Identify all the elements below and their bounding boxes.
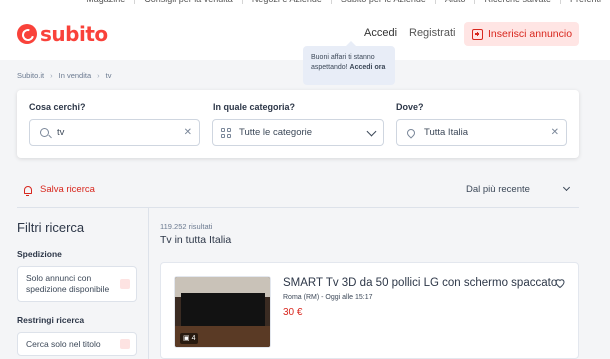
divider — [17, 207, 579, 208]
tooltip-login-link[interactable]: Accedi ora — [350, 64, 386, 71]
search-icon — [40, 128, 49, 137]
search-form: Cosa cerchi? tv ✕ In quale categoria? Tu… — [17, 90, 579, 158]
clear-location-icon[interactable]: ✕ — [551, 128, 559, 138]
category-select[interactable]: Tutte le categorie — [212, 119, 384, 146]
tv-photo — [181, 293, 265, 326]
plus-icon — [472, 28, 483, 40]
shipping-filter-label: Solo annunci con spedizione disponibile — [26, 273, 110, 294]
title-only-filter-checkbox[interactable]: Cerca solo nel titolo — [17, 332, 137, 356]
register-link[interactable]: Registrati — [409, 27, 455, 39]
clear-search-icon[interactable]: ✕ — [184, 128, 192, 138]
location-value: Tutta Italia — [424, 127, 469, 138]
results-title: Tv in tutta Italia — [160, 234, 232, 246]
chevron-down-icon[interactable] — [562, 183, 571, 192]
top-nav-link[interactable]: Negozi e Aziende — [241, 0, 331, 4]
save-search-label: Salva ricerca — [40, 184, 95, 195]
filters-title: Filtri ricerca — [17, 220, 85, 235]
listing-thumbnail[interactable]: ▣ 4 — [174, 276, 271, 348]
insert-ad-button[interactable]: Inserisci annuncio — [464, 22, 579, 46]
category-value: Tutte le categorie — [239, 127, 313, 138]
subito-logo[interactable]: subito — [17, 22, 108, 46]
insert-ad-label: Inserisci annuncio — [488, 28, 573, 40]
category-grid-icon — [221, 127, 231, 138]
listing-price: 30 € — [283, 307, 303, 318]
top-nav-link[interactable]: Ricerche salvate — [474, 0, 560, 4]
checkbox[interactable] — [120, 279, 130, 289]
camera-icon: ▣ — [183, 335, 190, 342]
category-label: In quale categoria? — [213, 102, 296, 112]
heart-icon[interactable] — [554, 277, 566, 289]
photo-count-badge: ▣ 4 — [180, 333, 199, 344]
where-label: Dove? — [396, 102, 424, 112]
search-input-value: tv — [57, 127, 65, 138]
login-tooltip: Buoni affari ti stanno aspettando! Acced… — [303, 41, 395, 85]
title-only-filter-label: Cerca solo nel titolo — [26, 339, 101, 349]
what-label: Cosa cerchi? — [29, 102, 86, 112]
breadcrumb-category[interactable]: In vendita — [59, 71, 92, 80]
top-nav-link[interactable]: Magazine — [77, 0, 134, 4]
top-nav-link[interactable]: Subito per le Aziende — [330, 0, 435, 4]
bell-icon — [24, 185, 32, 196]
column-divider — [148, 208, 149, 359]
location-input[interactable]: Tutta Italia ✕ — [396, 119, 567, 146]
breadcrumb-query: tv — [105, 71, 112, 80]
sort-select[interactable]: Dal più recente — [466, 184, 530, 195]
shipping-section-label: Spedizione — [17, 249, 62, 259]
top-nav-link[interactable]: Preferiti — [559, 0, 610, 4]
breadcrumb-home[interactable]: Subito.it — [17, 71, 44, 80]
breadcrumb-separator: › — [50, 71, 53, 80]
shipping-filter-checkbox[interactable]: Solo annunci con spedizione disponibile — [17, 266, 137, 302]
listing-card[interactable]: ▣ 4 SMART Tv 3D da 50 pollici LG con sch… — [160, 262, 579, 359]
logo-text: subito — [40, 22, 108, 46]
top-nav-link[interactable]: Aiuto — [434, 0, 475, 4]
login-link[interactable]: Accedi — [364, 27, 397, 39]
listing-title[interactable]: SMART Tv 3D da 50 pollici LG con schermo… — [283, 277, 557, 289]
listing-location-date: Roma (RM) - Oggi alle 15:17 — [283, 294, 373, 301]
location-pin-icon — [405, 126, 417, 139]
save-search-button[interactable]: Salva ricerca — [24, 184, 95, 196]
checkbox[interactable] — [120, 339, 130, 349]
top-nav-link[interactable]: Consigli per la vendita — [134, 0, 242, 4]
chevron-down-icon — [366, 126, 377, 137]
restrict-section-label: Restringi ricerca — [17, 315, 85, 325]
breadcrumb-separator: › — [97, 71, 100, 80]
results-count: 119.252 risultati — [160, 222, 213, 231]
subito-logo-icon — [17, 24, 37, 44]
breadcrumb: Subito.it › In vendita › tv — [17, 71, 111, 80]
search-input[interactable]: tv ✕ — [29, 119, 200, 146]
photo-count: 4 — [191, 335, 196, 342]
